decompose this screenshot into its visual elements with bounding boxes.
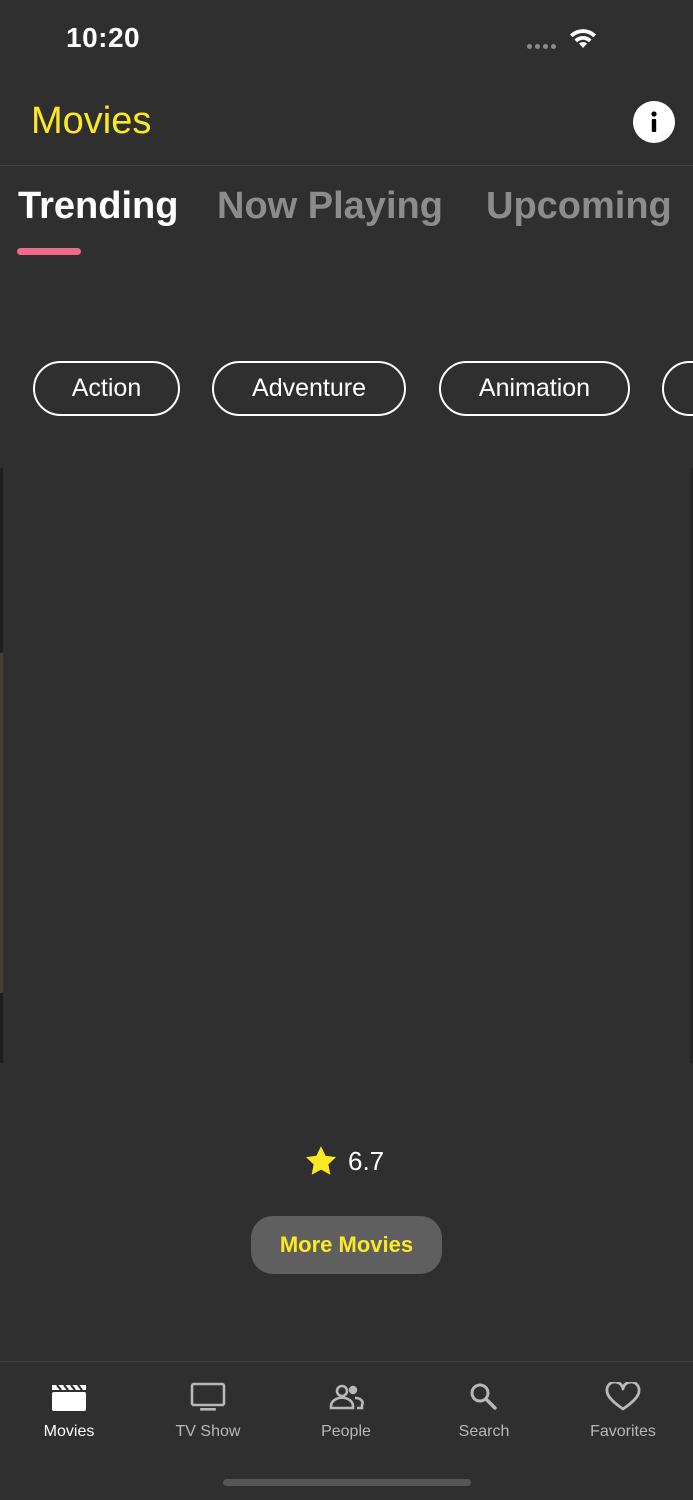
nav-item-people[interactable]: People (286, 1380, 406, 1441)
genre-chip-partial[interactable] (662, 361, 693, 416)
people-icon (328, 1380, 364, 1414)
tab-trending[interactable]: Trending (18, 185, 178, 228)
signal-dots-icon (527, 44, 556, 49)
nav-label-movies: Movies (43, 1423, 95, 1440)
rating-value: 6.7 (348, 1145, 385, 1176)
genre-chip-list: Action Adventure Animation (0, 361, 693, 421)
status-bar: 10:20 (0, 0, 693, 80)
tab-bar: Trending Now Playing Upcoming (0, 180, 693, 260)
more-movies-button[interactable]: More Movies (251, 1216, 442, 1274)
nav-item-tv-show[interactable]: TV Show (148, 1380, 268, 1441)
nav-label-search: Search (458, 1423, 510, 1440)
home-indicator (223, 1479, 471, 1486)
heart-icon (605, 1380, 641, 1414)
movie-carousel[interactable] (0, 468, 693, 1063)
tv-icon (190, 1380, 226, 1414)
star-icon (305, 1146, 337, 1175)
app-header: Movies (0, 80, 693, 166)
tab-active-indicator (17, 248, 81, 255)
nav-label-people: People (321, 1423, 371, 1440)
genre-chip-action[interactable]: Action (33, 361, 180, 416)
clapperboard-icon (51, 1380, 87, 1414)
info-icon (651, 111, 657, 132)
genre-chip-animation[interactable]: Animation (439, 361, 630, 416)
tab-now-playing[interactable]: Now Playing (217, 185, 443, 228)
genre-chip-adventure[interactable]: Adventure (212, 361, 406, 416)
status-time: 10:20 (66, 22, 141, 53)
search-icon (466, 1380, 502, 1414)
screen: 10:20 Movies Trending Now Playing Upcomi… (0, 0, 693, 1500)
nav-label-favorites: Favorites (590, 1423, 656, 1440)
tab-upcoming[interactable]: Upcoming (486, 185, 672, 228)
movie-rating: 6.7 (304, 1145, 384, 1177)
wifi-icon (570, 29, 596, 48)
previous-poster-image-edge (0, 653, 3, 993)
nav-label-tv-show: TV Show (175, 1423, 241, 1440)
nav-item-movies[interactable]: Movies (9, 1380, 129, 1441)
nav-item-favorites[interactable]: Favorites (563, 1380, 683, 1441)
page-title: Movies (31, 100, 152, 142)
nav-item-search[interactable]: Search (424, 1380, 544, 1441)
info-button[interactable] (633, 101, 675, 143)
